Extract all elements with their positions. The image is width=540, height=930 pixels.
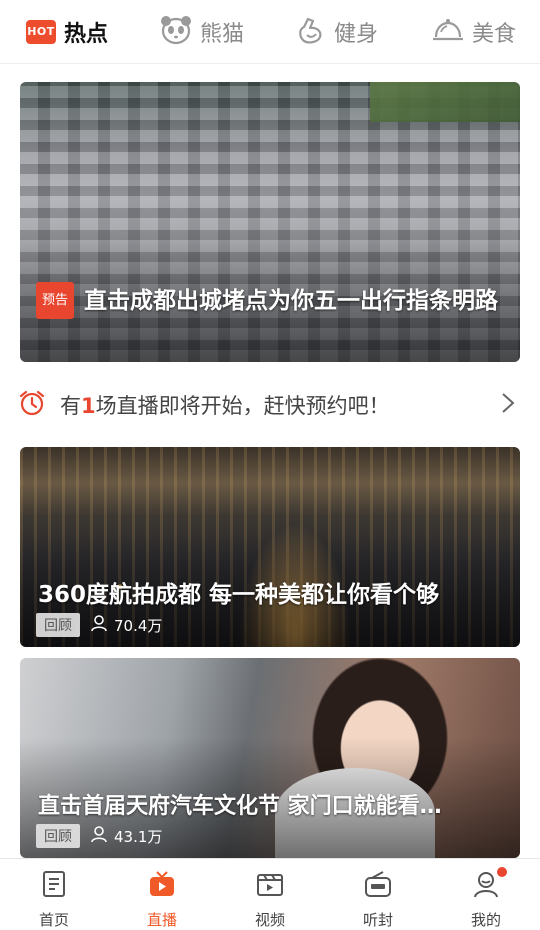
live-reminder-row[interactable]: 有1场直播即将开始，赶快预约吧！ <box>0 380 540 426</box>
person-icon <box>90 614 108 636</box>
panda-icon <box>160 15 192 49</box>
nav-profile-label: 我的 <box>470 911 501 929</box>
viewer-count: 70.4万 <box>90 614 162 636</box>
hillside-image-detail <box>370 82 520 122</box>
food-cloche-icon <box>432 16 464 48</box>
hot-badge-icon: HOT <box>26 19 56 44</box>
video-card[interactable]: 360度航拍成都 每一种美都让你看个够 回顾 70.4万 <box>20 447 520 647</box>
notification-dot <box>496 867 507 877</box>
nav-video-label: 视频 <box>254 911 285 929</box>
chevron-right-icon <box>500 392 516 414</box>
tab-fitness[interactable]: 健身 <box>296 0 378 64</box>
tab-food-label: 美食 <box>472 21 517 47</box>
viewer-count: 43.1万 <box>90 825 162 847</box>
radio-icon <box>363 869 393 903</box>
nav-radio[interactable]: 听封 <box>324 859 432 929</box>
person-icon <box>90 825 108 847</box>
video-title: 直击首届天府汽车文化节 家门口就能看… <box>38 794 442 819</box>
featured-live-card[interactable]: 预告 直击成都出城堵点为你五一出行指条明路 <box>20 82 520 362</box>
live-tv-icon <box>147 869 177 903</box>
nav-live[interactable]: 直播 <box>108 859 216 929</box>
reminder-prefix: 有 <box>60 394 81 418</box>
nav-profile[interactable]: 我的 <box>432 859 540 929</box>
tab-panda-label: 熊猫 <box>200 21 245 47</box>
alarm-clock-icon <box>18 389 46 417</box>
featured-title-text: 直击成都出城堵点为你五一出行指条明路 <box>84 288 499 314</box>
featured-title-wrap: 预告 直击成都出城堵点为你五一出行指条明路 <box>36 282 500 319</box>
card-gradient-overlay <box>20 194 520 362</box>
video-card[interactable]: 直击首届天府汽车文化节 家门口就能看… 回顾 43.1万 <box>20 658 520 858</box>
featured-title: 预告 直击成都出城堵点为你五一出行指条明路 <box>36 282 500 319</box>
nav-radio-label: 听封 <box>362 911 393 929</box>
tab-fitness-label: 健身 <box>334 21 379 47</box>
fitness-icon <box>296 15 326 49</box>
nav-home-label: 首页 <box>38 911 69 929</box>
video-meta: 回顾 70.4万 <box>36 613 162 637</box>
preview-tag: 预告 <box>36 282 75 319</box>
video-icon <box>255 869 285 903</box>
reminder-text: 有1场直播即将开始，赶快预约吧！ <box>60 390 390 420</box>
nav-live-label: 直播 <box>146 911 177 929</box>
viewer-count-text: 43.1万 <box>114 827 163 846</box>
viewer-count-text: 70.4万 <box>114 616 163 635</box>
reminder-count: 1 <box>81 394 96 418</box>
tab-panda[interactable]: 熊猫 <box>160 0 244 64</box>
bottom-nav-bar: 首页 直播 视频 听封 我的 <box>0 858 540 929</box>
replay-tag: 回顾 <box>36 613 80 637</box>
replay-tag: 回顾 <box>36 824 80 848</box>
nav-home[interactable]: 首页 <box>0 859 108 929</box>
tab-hot[interactable]: HOT 热点 <box>26 0 108 64</box>
video-meta: 回顾 43.1万 <box>36 824 162 848</box>
tab-food[interactable]: 美食 <box>432 0 516 64</box>
nav-video[interactable]: 视频 <box>216 859 324 929</box>
news-icon <box>39 869 69 903</box>
category-tab-bar: HOT 热点 熊猫 健身 美食 <box>0 0 540 64</box>
tab-hot-label: 热点 <box>64 21 109 47</box>
video-title: 360度航拍成都 每一种美都让你看个够 <box>38 582 440 608</box>
reminder-suffix: 场直播即将开始，赶快预约吧！ <box>95 394 390 418</box>
